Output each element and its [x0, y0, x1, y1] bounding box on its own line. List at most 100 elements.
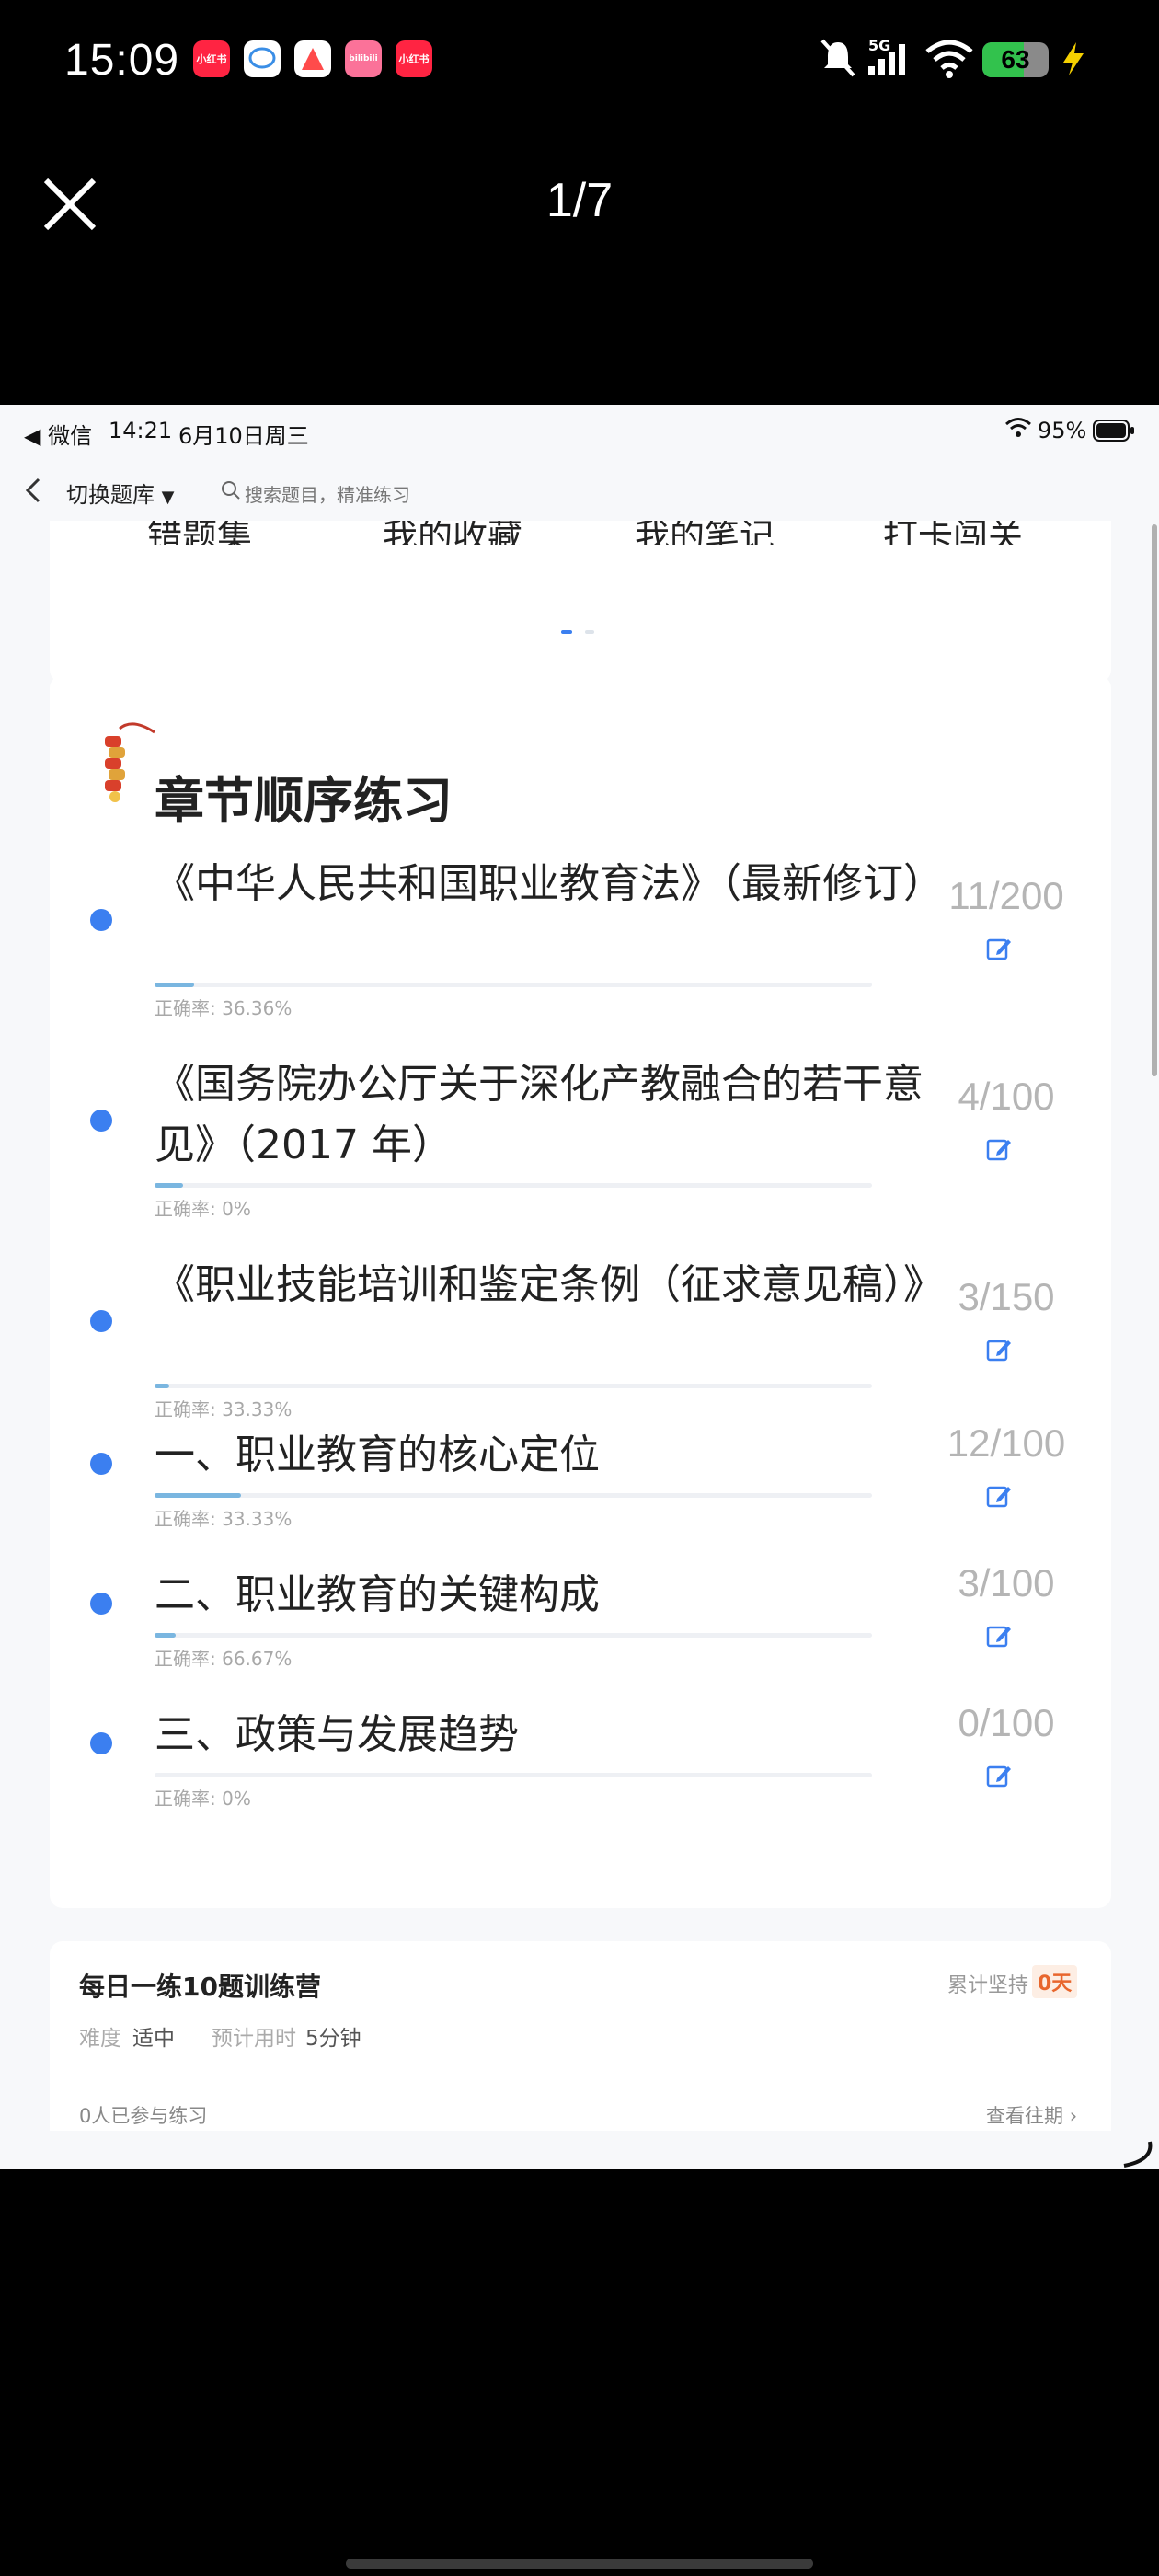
search-placeholder: 搜索题目，精准练习	[245, 484, 410, 506]
accuracy-value: 33.33%	[222, 1398, 293, 1420]
chapter-accuracy: 正确率: 0%	[155, 1194, 251, 1221]
xiaohongshu-icon: 小红书	[193, 40, 230, 77]
quick-link-wrong-questions[interactable]: 错题集	[147, 521, 252, 545]
quick-link-favorites[interactable]: 我的收藏	[383, 521, 522, 545]
chapter-progress-bar	[155, 1773, 872, 1777]
inner-screenshot: ◀ 微信 14:21 6月10日周三 95% 切换题库 ▼ 搜索题目，精准练习 …	[0, 405, 1159, 2169]
page-indicator-inactive	[585, 630, 594, 634]
chapter-row-bullet	[90, 1110, 112, 1132]
chapter-practice-card: 章节顺序练习 《中华人民共和国职业教育法》（最新修订） 正确率: 36.36% 11…	[50, 675, 1111, 1908]
streak-label: 累计坚持	[947, 1974, 1029, 1997]
edit-icon[interactable]	[984, 1622, 1014, 1651]
back-to-app[interactable]: ◀ 微信	[24, 418, 92, 450]
view-history-label: 查看往期	[986, 2105, 1063, 2127]
inner-battery-level: 95%	[1038, 418, 1087, 443]
difficulty-label: 难度	[79, 2027, 121, 2051]
page-indicator-active	[561, 630, 572, 634]
time-value: 5分钟	[305, 2027, 361, 2051]
section-title: 章节顺序练习	[155, 772, 453, 830]
battery-indicator: 63	[982, 42, 1049, 77]
search-input[interactable]: 搜索题目，精准练习	[208, 471, 1119, 513]
back-chevron-icon[interactable]	[24, 477, 42, 508]
chapter-row-bullet	[90, 1453, 112, 1475]
xiaohongshu-icon: 小红书	[396, 40, 432, 77]
accuracy-label: 正确率:	[155, 997, 223, 1019]
accuracy-label: 正确率:	[155, 1648, 223, 1670]
edit-icon[interactable]	[984, 1336, 1014, 1365]
edit-icon[interactable]	[984, 1135, 1014, 1165]
chapter-row-bullet	[90, 1593, 112, 1615]
chapter-row-bullet	[90, 909, 112, 931]
participants-count: 0人已参与练习	[79, 2105, 208, 2127]
mute-icon	[819, 37, 857, 83]
charging-icon	[1058, 40, 1089, 81]
chapter-row-title[interactable]: 《职业技能培训和鉴定条例（征求意见稿）》	[155, 1255, 944, 1316]
chapter-progress-count: 4/100	[958, 1075, 1055, 1118]
time-label: 预计用时	[212, 2027, 296, 2051]
accuracy-label: 正确率:	[155, 1788, 223, 1810]
chapter-row-bullet	[90, 1732, 112, 1754]
scrollbar[interactable]	[1152, 524, 1157, 1076]
chapter-row-title[interactable]: 《国务院办公厅关于深化产教融合的若干意见》（2017 年）	[155, 1054, 927, 1176]
chapter-progress-fill	[155, 1384, 169, 1388]
close-icon[interactable]	[40, 175, 99, 234]
accuracy-value: 0%	[222, 1198, 251, 1220]
os-clock: 15:09	[64, 36, 180, 85]
switch-bank-button[interactable]: 切换题库 ▼	[66, 477, 174, 509]
chapter-progress-fill	[155, 1493, 241, 1498]
inner-bottom-strip	[0, 2131, 1159, 2169]
chapter-row-bullet	[90, 1310, 112, 1332]
battery-icon	[1093, 420, 1135, 447]
chapter-accuracy: 正确率: 66.67%	[155, 1644, 292, 1671]
battery-level: 63	[1001, 45, 1030, 74]
accuracy-label: 正确率:	[155, 1398, 223, 1420]
wifi-icon	[1004, 416, 1032, 443]
chapter-progress-bar	[155, 1633, 872, 1638]
view-history-link[interactable]: 查看往期 ›	[986, 2101, 1077, 2129]
quick-link-checkin[interactable]: 打卡闯关	[883, 521, 1023, 545]
chapter-progress-count: 11/200	[948, 874, 1064, 917]
loading-spinner-icon	[1119, 2134, 1155, 2169]
inner-date: 6月10日周三	[178, 423, 309, 449]
accuracy-value: 66.67%	[222, 1648, 293, 1670]
search-icon	[221, 480, 241, 504]
chapter-progress-bar	[155, 1493, 872, 1498]
chapter-progress-count: 12/100	[947, 1421, 1066, 1465]
cellular-signal-icon: 5G	[866, 33, 912, 83]
chapter-accuracy: 正确率: 33.33%	[155, 1504, 292, 1531]
edit-icon[interactable]	[984, 1482, 1014, 1512]
inner-clock: 14:21	[109, 418, 173, 443]
camp-title: 每日一练10题训练营	[79, 1972, 321, 2002]
accuracy-value: 36.36%	[222, 997, 293, 1019]
chapter-progress-fill	[155, 983, 194, 987]
chevron-right-icon: ›	[1069, 2105, 1078, 2127]
edit-icon[interactable]	[984, 935, 1014, 964]
home-indicator[interactable]	[346, 2559, 813, 2569]
app-a-icon	[294, 40, 331, 77]
accuracy-value: 33.33%	[222, 1508, 293, 1530]
chapter-row-title[interactable]: 一、职业教育的核心定位	[155, 1425, 927, 1486]
chapter-progress-fill	[155, 1633, 176, 1638]
chapter-accuracy: 正确率: 36.36%	[155, 994, 292, 1020]
chapter-row-title[interactable]: 三、政策与发展趋势	[155, 1705, 927, 1765]
chapter-progress-count: 3/150	[958, 1275, 1055, 1318]
chapter-accuracy: 正确率: 33.33%	[155, 1395, 292, 1421]
quick-links-card: 错题集 我的收藏 我的笔记 打卡闯关	[50, 521, 1111, 683]
caret-down-icon: ▼	[161, 488, 175, 507]
image-counter: 1/7	[545, 174, 614, 227]
edit-icon[interactable]	[984, 1762, 1014, 1791]
chapter-progress-bar	[155, 1183, 872, 1188]
chapter-row-title[interactable]: 《中华人民共和国职业教育法》（最新修订）	[155, 854, 944, 914]
chapter-progress-fill	[155, 1183, 183, 1188]
streak-badge: 0天	[1032, 1965, 1078, 1998]
accuracy-label: 正确率:	[155, 1508, 223, 1530]
accuracy-label: 正确率:	[155, 1198, 223, 1220]
chapter-progress-count: 0/100	[958, 1701, 1055, 1744]
chapter-progress-bar	[155, 983, 872, 987]
chapter-row-title[interactable]: 二、职业教育的关键构成	[155, 1565, 927, 1626]
wifi-icon	[924, 37, 975, 83]
chapter-progress-bar	[155, 1384, 872, 1388]
quick-link-notes[interactable]: 我的笔记	[635, 521, 775, 545]
message-icon	[244, 40, 281, 77]
bilibili-icon: bilibili	[345, 40, 382, 77]
